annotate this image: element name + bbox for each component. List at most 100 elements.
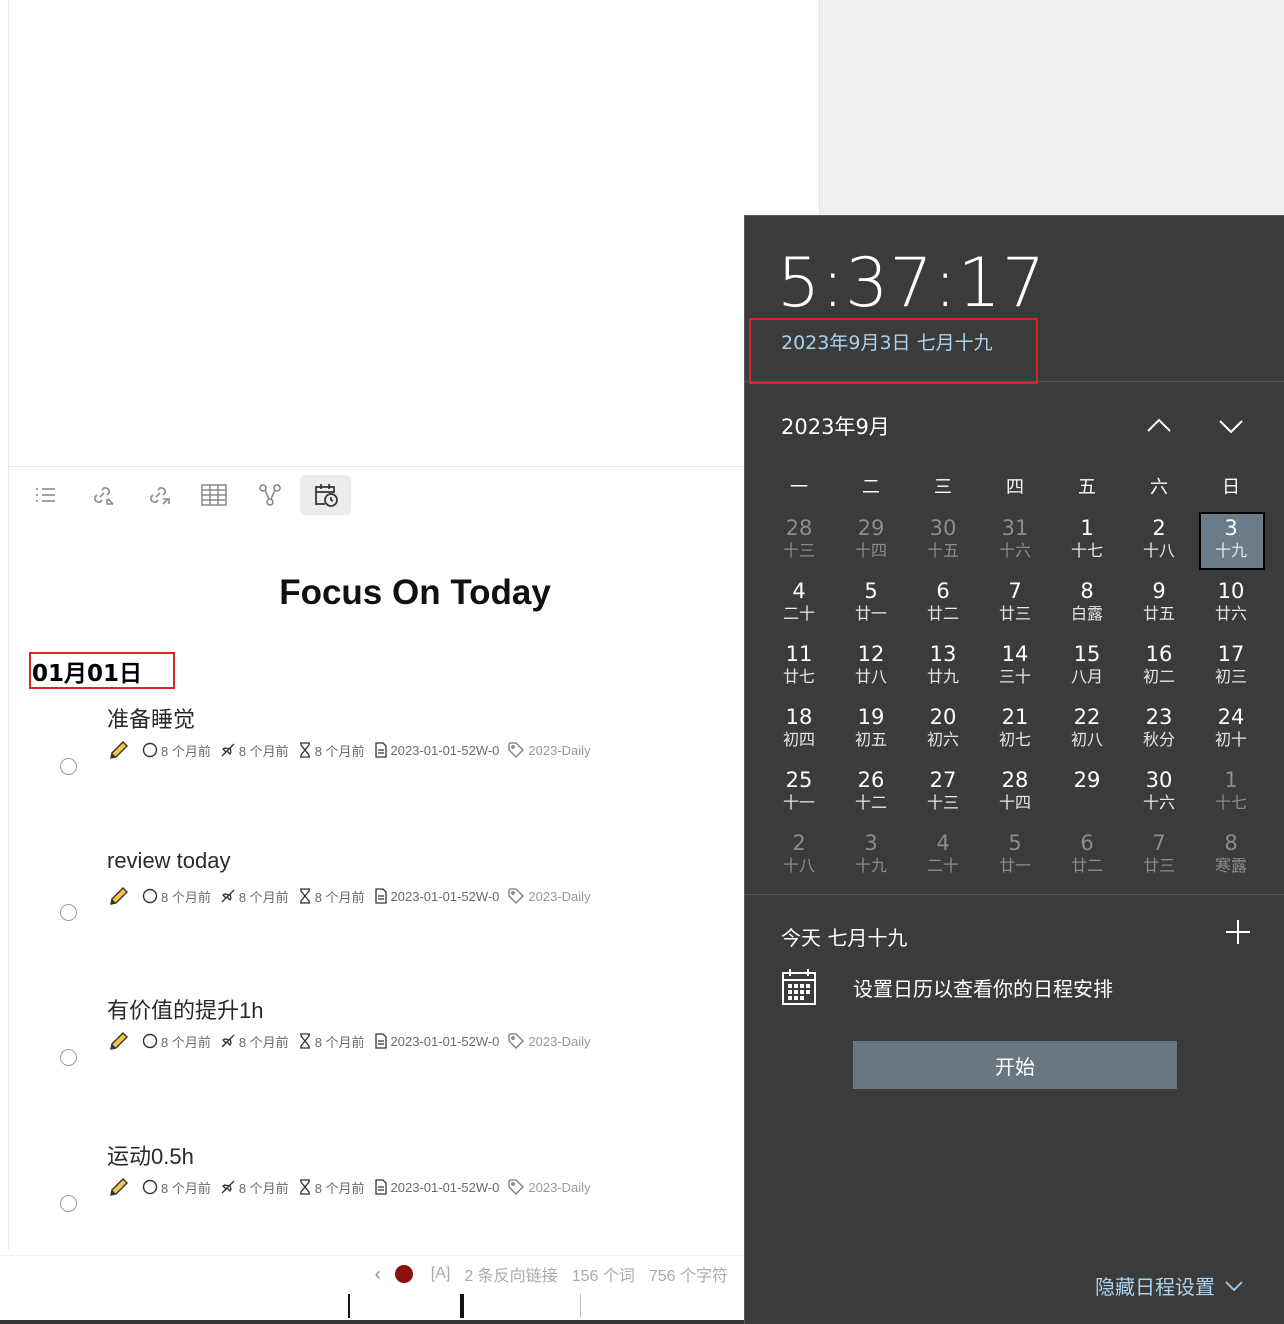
calendar-day[interactable]: 22 初八 <box>1051 702 1123 765</box>
pencil-icon <box>108 1177 133 1197</box>
calendar-day[interactable]: 13 廿九 <box>907 639 979 702</box>
day-number: 25 <box>785 768 813 792</box>
file-text[interactable]: 2023-01-01-52W-0 <box>391 889 500 904</box>
sync-status-dot[interactable] <box>394 1265 413 1283</box>
calendar-day[interactable]: 11 廿七 <box>763 639 835 702</box>
calendar-day[interactable]: 27 十三 <box>907 765 979 828</box>
calendar-day[interactable]: 28 十四 <box>979 765 1051 828</box>
tag-text[interactable]: 2023-Daily <box>528 1034 590 1049</box>
calendar-day[interactable]: 28 十三 <box>763 513 835 576</box>
weekday-label: 二 <box>862 477 880 498</box>
table-button[interactable] <box>188 475 239 515</box>
calendar-day[interactable]: 20 初六 <box>907 702 979 765</box>
calendar-day[interactable]: 25 十一 <box>763 765 835 828</box>
day-number: 6 <box>936 579 950 603</box>
calendar-icon <box>782 969 816 1005</box>
task-checkbox[interactable] <box>60 904 77 921</box>
task-item: 有价值的提升1h 8 个月前 8 个月前 8 个月前 2023-01-01-52… <box>0 993 740 1133</box>
tag-meta: 2023-Daily <box>508 1033 591 1049</box>
calendar-day-today[interactable]: 3 十九 <box>1195 512 1267 576</box>
task-checkbox[interactable] <box>60 758 77 775</box>
lunar-date: 廿五 <box>1142 604 1175 623</box>
due-meta: 8 个月前 <box>298 1178 365 1197</box>
calendar-day[interactable]: 8 白露 <box>1051 576 1123 639</box>
calendar-day[interactable]: 3 十九 <box>835 828 907 891</box>
outline-button[interactable] <box>20 475 71 515</box>
backlink-count[interactable]: 2 条反向链接 <box>464 1262 557 1286</box>
calendar-day[interactable]: 12 廿八 <box>835 639 907 702</box>
chevron-down-icon[interactable] <box>1217 412 1245 440</box>
start-meta: 8 个月前 <box>220 887 289 906</box>
tag-text[interactable]: 2023-Daily <box>528 889 590 904</box>
outgoing-links-button[interactable] <box>132 475 183 515</box>
plus-icon[interactable] <box>1225 919 1251 945</box>
calendar-grid: 28 十三 29 十四 30 十五 31 十六 1 十七 2 十八 3 十九 4 二十 5 廿一 6 廿二 7 廿三 8 白露… <box>763 512 1267 891</box>
link-out-icon <box>149 487 170 505</box>
link-in-icon <box>93 487 114 505</box>
tag-text[interactable]: 2023-Daily <box>528 743 590 758</box>
calendar-day[interactable]: 31 十六 <box>979 513 1051 576</box>
calendar-day[interactable]: 5 廿一 <box>979 828 1051 891</box>
file-text[interactable]: 2023-01-01-52W-0 <box>391 1180 500 1195</box>
calendar-day[interactable]: 6 廿二 <box>1051 828 1123 891</box>
circle-icon <box>142 1179 158 1195</box>
start-button[interactable]: 开始 <box>853 1041 1177 1089</box>
calendar-day[interactable]: 26 十二 <box>835 765 907 828</box>
calendar-day[interactable]: 2 十八 <box>763 828 835 891</box>
task-meta: 8 个月前 8 个月前 8 个月前 2023-01-01-52W-0 2023-… <box>108 1031 600 1051</box>
calendar-day[interactable]: 24 初十 <box>1195 702 1267 765</box>
backlinks-button[interactable] <box>76 475 127 515</box>
calendar-day[interactable]: 6 廿二 <box>907 576 979 639</box>
calendar-day[interactable]: 30 十五 <box>907 513 979 576</box>
hide-agenda-label: 隐藏日程设置 <box>1095 1275 1215 1299</box>
chevron-left-icon[interactable]: ‹ <box>375 1264 381 1285</box>
calendar-day[interactable]: 16 初二 <box>1123 639 1195 702</box>
calendar-day[interactable]: 8 寒露 <box>1195 828 1267 891</box>
calendar-day[interactable]: 9 廿五 <box>1123 576 1195 639</box>
month-title[interactable]: 2023年9月 <box>781 411 890 441</box>
calendar-day[interactable]: 17 初三 <box>1195 639 1267 702</box>
start-text: 8 个月前 <box>238 889 289 905</box>
calendar-day[interactable]: 14 三十 <box>979 639 1051 702</box>
calendar-day[interactable]: 19 初五 <box>835 702 907 765</box>
task-title[interactable]: 有价值的提升1h <box>107 993 263 1025</box>
task-checkbox[interactable] <box>60 1195 77 1212</box>
calendar-day[interactable]: 2 十八 <box>1123 513 1195 576</box>
tag-text[interactable]: 2023-Daily <box>528 1180 590 1195</box>
hide-agenda-link[interactable]: 隐藏日程设置 <box>1095 1271 1243 1300</box>
calendar-day[interactable]: 23 秋分 <box>1123 702 1195 765</box>
file-text[interactable]: 2023-01-01-52W-0 <box>391 743 500 758</box>
lunar-date: 十九 <box>1214 541 1247 560</box>
calendar-day[interactable]: 10 廿六 <box>1195 576 1267 639</box>
calendar-day[interactable]: 21 初七 <box>979 702 1051 765</box>
circle-icon <box>142 742 158 758</box>
highlight-box <box>749 318 1038 384</box>
task-title[interactable]: 准备睡觉 <box>107 702 195 734</box>
calendar-day[interactable]: 15 八月 <box>1051 639 1123 702</box>
graph-button[interactable] <box>244 475 295 515</box>
day-number: 1 <box>1080 516 1094 540</box>
calendar-day[interactable]: 7 廿三 <box>979 576 1051 639</box>
calendar-day[interactable]: 7 廿三 <box>1123 828 1195 891</box>
calendar-day[interactable]: 1 十七 <box>1195 765 1267 828</box>
calendar-day[interactable]: 30 十六 <box>1123 765 1195 828</box>
calendar-day[interactable]: 5 廿一 <box>835 576 907 639</box>
editor-mode[interactable]: [A] <box>431 1265 451 1283</box>
calendar-day[interactable]: 29 十四 <box>835 513 907 576</box>
calendar-day[interactable]: 4 二十 <box>763 576 835 639</box>
calendar-week-row: 2 十八 3 十九 4 二十 5 廿一 6 廿二 7 廿三 8 寒露 <box>763 828 1267 891</box>
day-number: 31 <box>1001 516 1029 540</box>
calendar-clock-button[interactable] <box>300 475 351 515</box>
task-title[interactable]: review today <box>107 848 231 874</box>
task-checkbox[interactable] <box>60 1049 77 1066</box>
chevron-up-icon[interactable] <box>1145 412 1173 440</box>
lunar-date: 十七 <box>1214 793 1247 812</box>
calendar-day[interactable]: 4 二十 <box>907 828 979 891</box>
calendar-day[interactable]: 29 <box>1051 765 1123 828</box>
task-item: review today 8 个月前 8 个月前 8 个月前 2023-01-0… <box>0 848 740 988</box>
day-number: 16 <box>1145 642 1173 666</box>
task-title[interactable]: 运动0.5h <box>107 1139 194 1171</box>
calendar-day[interactable]: 18 初四 <box>763 702 835 765</box>
file-text[interactable]: 2023-01-01-52W-0 <box>391 1034 500 1049</box>
calendar-day[interactable]: 1 十七 <box>1051 513 1123 576</box>
